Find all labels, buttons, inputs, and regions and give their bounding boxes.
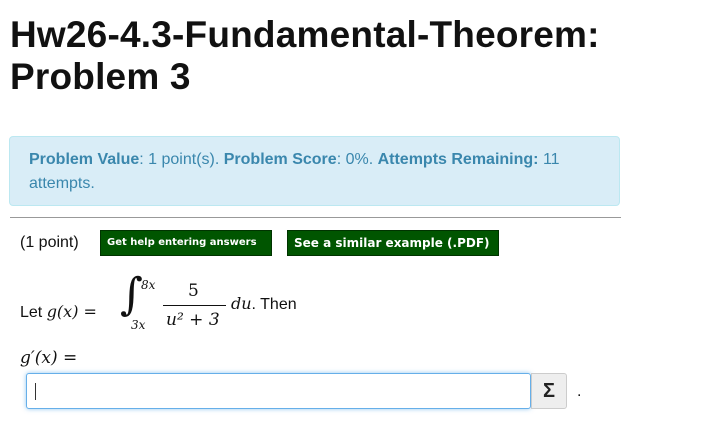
fraction-numerator: 5 (188, 281, 199, 301)
help-entering-answers-button[interactable]: Get help entering answers (100, 230, 272, 256)
points-label: (1 point) (20, 234, 79, 251)
g-of-x: g(x) = (46, 302, 97, 321)
problem-statement: Let g(x) = (20, 302, 97, 322)
then-text: du. Then (231, 294, 297, 314)
trailing-period: . (577, 383, 582, 400)
page-title-line2: Problem 3 (10, 56, 191, 97)
page-title-line1: Hw26-4.3-Fundamental-Theorem: (10, 14, 600, 55)
problem-value-text: : 1 point(s). (139, 151, 224, 168)
problem-info-box: Problem Value: 1 point(s). Problem Score… (9, 136, 620, 206)
attempts-label: Attempts Remaining: (377, 151, 539, 168)
page-title: Hw26-4.3-Fundamental-Theorem: Problem 3 (10, 14, 690, 98)
then: . Then (251, 296, 297, 313)
fraction-denominator: u² + 3 (166, 310, 220, 330)
problem-score-text: : 0%. (336, 151, 378, 168)
answer-input[interactable] (26, 373, 531, 409)
fraction-bar (163, 305, 226, 306)
du: du (231, 294, 252, 313)
equation-editor-button[interactable]: Σ (531, 373, 567, 409)
problem-area: (1 point) Get help entering answers See … (10, 218, 621, 422)
upper-limit: 8x (141, 278, 156, 292)
text-caret (35, 383, 36, 400)
lower-limit: 3x (131, 318, 146, 332)
intro-text: Let (20, 304, 47, 321)
problem-score-label: Problem Score (223, 151, 337, 168)
similar-example-button[interactable]: See a similar example (.PDF) (287, 230, 499, 256)
integral-sign: ∫ (120, 269, 143, 320)
answer-label: g′(x) = (20, 348, 78, 368)
problem-value-label: Problem Value (29, 151, 140, 168)
